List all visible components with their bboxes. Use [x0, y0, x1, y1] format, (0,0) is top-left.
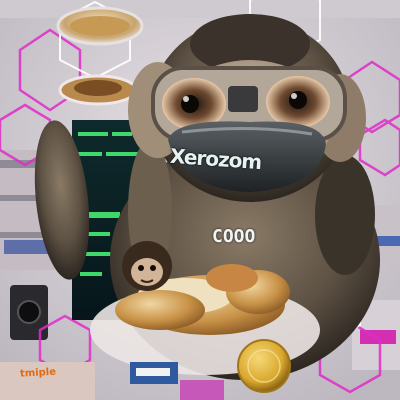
screen-digits: COOO: [212, 226, 256, 247]
monkey-right-arm: [315, 155, 375, 275]
bread-roll-left: [115, 290, 205, 330]
scene-drawing: [0, 0, 400, 400]
bread-bun-top: [206, 264, 258, 292]
gold-coin: [237, 339, 291, 393]
photo-scene: Xerozom COOO tmiple: [0, 0, 400, 400]
ceiling: [0, 0, 400, 18]
